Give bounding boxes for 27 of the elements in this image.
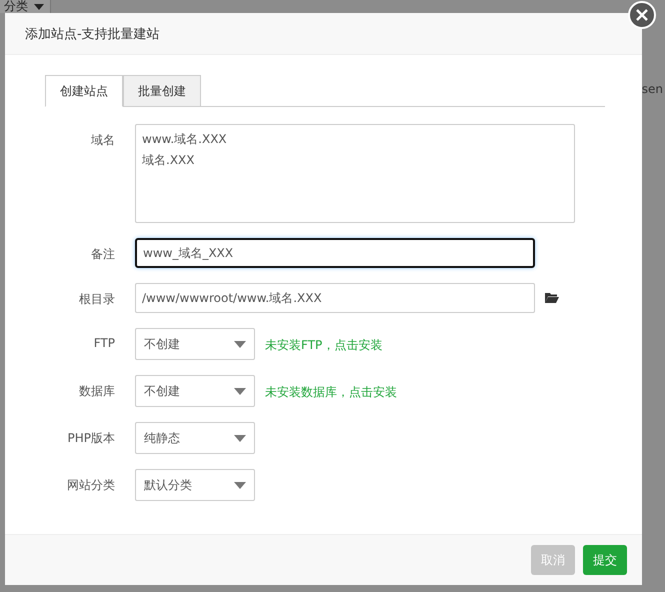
field-label: PHP版本 <box>66 430 116 447</box>
tab[interactable]: 批量创建 <box>123 75 201 106</box>
field-label: 根目录 <box>78 291 116 308</box>
field-label: 网站分类 <box>66 477 116 494</box>
caret-icon <box>34 4 44 10</box>
close-button[interactable] <box>628 1 656 29</box>
field-label: 备注 <box>90 246 116 263</box>
table-cell: sen <box>642 82 663 96</box>
caret-icon <box>234 388 246 394</box>
domain-textarea[interactable]: www.域名.XXX 域名.XXX <box>135 124 575 223</box>
input-field[interactable]: www_域名_XXX <box>135 238 535 268</box>
select-dropdown[interactable]: 不创建 <box>135 375 255 407</box>
caret-icon <box>234 434 246 442</box>
folder-icon[interactable] <box>545 292 559 304</box>
close-icon <box>636 9 648 21</box>
tab[interactable]: 创建站点 <box>45 75 123 107</box>
caret-icon <box>234 482 246 488</box>
select-dropdown[interactable]: 纯静态 <box>135 422 255 454</box>
field-label: FTP <box>92 335 116 350</box>
path-field[interactable]: /www/wwwroot/www.域名.XXX <box>135 283 535 313</box>
select-dropdown[interactable]: 默认分类 <box>135 469 255 501</box>
select-dropdown[interactable]: 不创建 <box>135 328 255 360</box>
dialog-title: 添加站点-支持批量建站 <box>25 26 160 42</box>
field-label: 数据库 <box>78 383 116 400</box>
field-label: 域名 <box>90 132 116 149</box>
category-filter[interactable]: 分类 <box>0 0 51 13</box>
caret-icon <box>234 340 246 348</box>
